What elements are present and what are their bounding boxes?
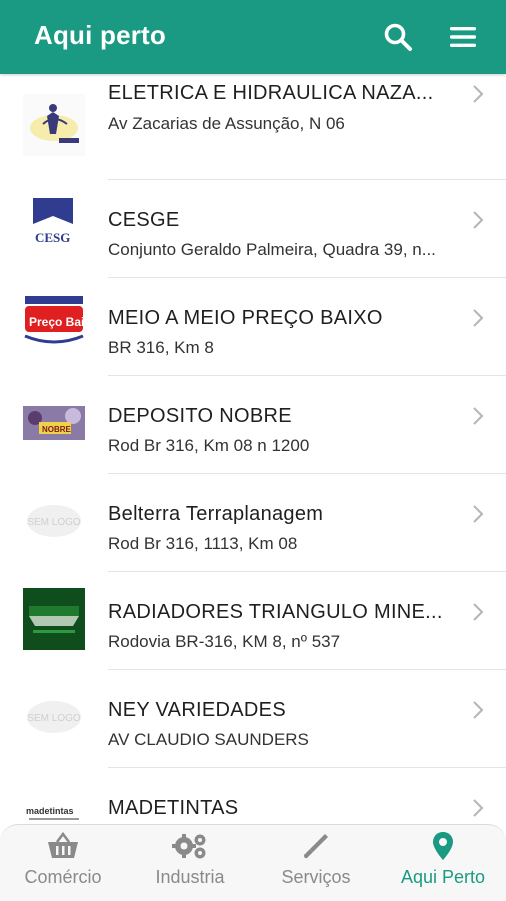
madetintas-logo: madetintas: [23, 784, 85, 824]
business-address: Av Zacarias de Assunção, N 06: [108, 114, 345, 133]
business-name: RADIADORES TRIANGULO MINE...: [108, 601, 443, 623]
eletrica-logo: [23, 94, 85, 156]
madetintas-logo-text: madetintas: [26, 806, 74, 816]
menu-button[interactable]: [444, 18, 482, 56]
deposito-nobre-logo: NOBRE: [23, 392, 85, 454]
business-name: NEY VARIEDADES: [108, 699, 286, 721]
hamburger-menu-icon: [450, 27, 476, 47]
nobre-logo-text: NOBRE: [42, 425, 72, 434]
chevron-right-icon: [473, 799, 484, 817]
basket-icon: [48, 832, 78, 858]
list-item[interactable]: NOBRE DEPOSITO NOBRE Rod Br 316, Km 08 n…: [0, 376, 506, 474]
nav-label: Serviços: [281, 867, 351, 887]
business-name: MEIO A MEIO PREÇO BAIXO: [108, 307, 383, 329]
cesge-logo-text: CESG: [35, 230, 70, 245]
nav-label: Industria: [155, 867, 225, 887]
sem-logo-placeholder: SEM LOGO: [23, 686, 85, 748]
chevron-right-icon: [473, 85, 484, 103]
list-item[interactable]: RADIADORES TRIANGULO MINE... Rodovia BR-…: [0, 572, 506, 670]
list-item[interactable]: ELETRICA E HIDRAULICA NAZA... Av Zacaria…: [0, 74, 506, 180]
app-bar: Aqui perto: [0, 0, 506, 74]
nav-servicos[interactable]: Serviços: [253, 825, 379, 901]
page-title: Aqui perto: [34, 20, 166, 50]
chevron-right-icon: [473, 603, 484, 621]
business-address: AV CLAUDIO SAUNDERS: [108, 730, 309, 749]
preco-logo-text: Preço Baixo: [29, 315, 85, 329]
tools-icon: [304, 834, 328, 859]
business-address: BR 316, Km 8: [108, 338, 214, 357]
business-name: MADETINTAS: [108, 797, 239, 819]
business-name: Belterra Terraplanagem: [108, 503, 324, 525]
preco-baixo-logo: Preço Baixo: [23, 294, 85, 356]
chevron-right-icon: [473, 211, 484, 229]
list-item[interactable]: Preço Baixo MEIO A MEIO PREÇO BAIXO BR 3…: [0, 278, 506, 376]
radiadores-logo: [23, 588, 85, 650]
chevron-right-icon: [473, 309, 484, 327]
search-button[interactable]: [379, 18, 417, 56]
list-item[interactable]: madetintas MADETINTAS: [0, 768, 506, 824]
sem-logo-text: SEM LOGO: [27, 517, 81, 528]
nav-comercio[interactable]: Comércio: [0, 825, 126, 901]
chevron-right-icon: [473, 505, 484, 523]
business-name: DEPOSITO NOBRE: [108, 405, 292, 427]
sem-logo-placeholder: SEM LOGO: [23, 490, 85, 552]
chevron-right-icon: [473, 407, 484, 425]
location-pin-icon: [433, 832, 453, 860]
business-name: ELETRICA E HIDRAULICA NAZA...: [108, 82, 434, 104]
nav-aqui-perto[interactable]: Aqui Perto: [380, 825, 506, 901]
cesge-logo: CESG: [23, 196, 85, 258]
search-icon: [384, 23, 412, 51]
sem-logo-text: SEM LOGO: [27, 713, 81, 724]
nav-label: Comércio: [24, 867, 102, 887]
nav-industria[interactable]: Industria: [127, 825, 253, 901]
business-list: ELETRICA E HIDRAULICA NAZA... Av Zacaria…: [0, 74, 506, 824]
bottom-navigation: Comércio Industria Serviços Aqui Perto: [0, 824, 506, 901]
gears-icon: [172, 834, 206, 859]
business-address: Rod Br 316, 1113, Km 08: [108, 534, 298, 553]
chevron-right-icon: [473, 701, 484, 719]
business-address: Rodovia BR-316, KM 8, nº 537: [108, 632, 341, 651]
list-item[interactable]: CESG CESGE Conjunto Geraldo Palmeira, Qu…: [0, 180, 506, 278]
nav-label: Aqui Perto: [400, 867, 486, 887]
list-item[interactable]: SEM LOGO NEY VARIEDADES AV CLAUDIO SAUND…: [0, 670, 506, 768]
list-item[interactable]: SEM LOGO Belterra Terraplanagem Rod Br 3…: [0, 474, 506, 572]
business-address: Rod Br 316, Km 08 n 1200: [108, 436, 310, 455]
business-name: CESGE: [108, 209, 180, 231]
business-address: Conjunto Geraldo Palmeira, Quadra 39, n.…: [108, 240, 436, 259]
